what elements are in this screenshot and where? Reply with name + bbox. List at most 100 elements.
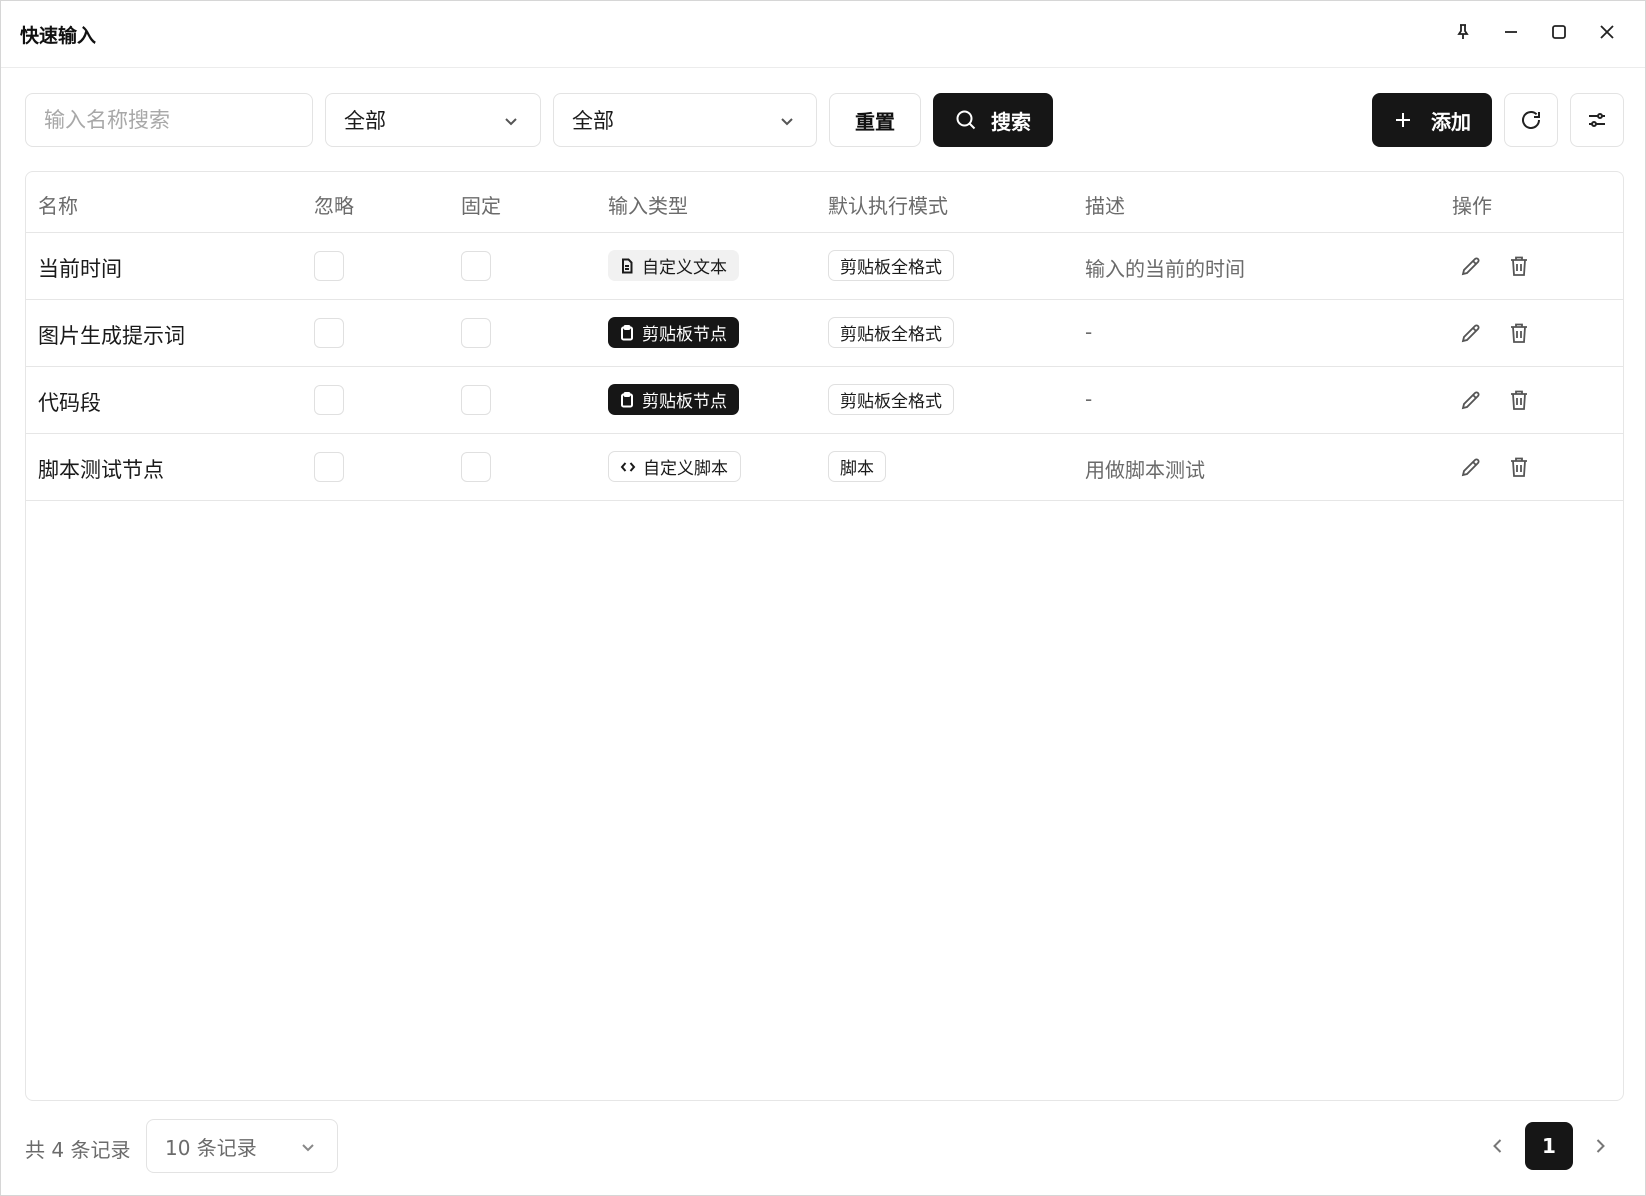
header-name: 名称: [38, 194, 78, 218]
input-type-label: 自定义脚本: [643, 459, 728, 479]
search-icon: [955, 109, 977, 131]
ignore-checkbox[interactable]: [314, 251, 344, 281]
ignore-checkbox[interactable]: [314, 318, 344, 348]
delete-button[interactable]: [1505, 252, 1533, 280]
chevron-down-icon: [502, 111, 520, 129]
plus-icon: [1393, 110, 1413, 130]
delete-button[interactable]: [1505, 319, 1533, 347]
filter-select-2-value: 全部: [572, 109, 614, 133]
mode-badge: 剪贴板全格式: [828, 317, 954, 348]
total-records: 共 4 条记录: [25, 1138, 131, 1162]
page-1-button[interactable]: 1: [1525, 1122, 1573, 1170]
pin-checkbox[interactable]: [461, 251, 491, 281]
pin-checkbox[interactable]: [461, 385, 491, 415]
code-icon: [620, 459, 643, 475]
input-type-label: 自定义文本: [642, 258, 727, 278]
row-name: 代码段: [38, 391, 101, 415]
table-row[interactable]: 脚本测试节点 自定义脚本 脚本 用做脚本测试: [26, 434, 1623, 501]
quick-input-table: 名称 忽略 固定 输入类型 默认执行模式 描述 操作 当前时间 自定义文本 剪贴…: [25, 171, 1624, 1101]
edit-button[interactable]: [1457, 252, 1485, 280]
sliders-icon: [1585, 108, 1609, 132]
ignore-checkbox[interactable]: [314, 385, 344, 415]
table-header: 名称 忽略 固定 输入类型 默认执行模式 描述 操作: [26, 172, 1623, 233]
row-name: 脚本测试节点: [38, 458, 164, 482]
search-input[interactable]: [25, 93, 313, 147]
row-desc: 输入的当前的时间: [1085, 257, 1245, 281]
add-button-label: 添加: [1431, 109, 1471, 134]
filter-select-2[interactable]: 全部: [553, 93, 817, 147]
maximize-icon: [1549, 22, 1569, 46]
add-button[interactable]: 添加: [1372, 93, 1492, 147]
file-text-icon: [619, 258, 642, 274]
settings-button[interactable]: [1570, 93, 1624, 147]
chevron-down-icon: [299, 1137, 317, 1155]
edit-button[interactable]: [1457, 319, 1485, 347]
close-icon: [1597, 22, 1617, 46]
clipboard-icon: [619, 324, 642, 341]
page-size-select[interactable]: 10 条记录: [146, 1119, 338, 1173]
next-page-button[interactable]: [1583, 1129, 1617, 1163]
mode-badge: 剪贴板全格式: [828, 384, 954, 415]
filter-select-1[interactable]: 全部: [325, 93, 541, 147]
header-mode: 默认执行模式: [828, 194, 948, 218]
maximize-button[interactable]: [1542, 17, 1576, 51]
refresh-button[interactable]: [1504, 93, 1558, 147]
quick-input-window: 快速输入 全部 全部: [0, 0, 1646, 1196]
clipboard-icon: [619, 391, 642, 408]
input-type-label: 剪贴板节点: [642, 325, 727, 345]
window-title: 快速输入: [20, 25, 97, 47]
trash-icon: [1507, 388, 1531, 412]
filter-select-1-value: 全部: [344, 109, 386, 133]
input-type-label: 剪贴板节点: [642, 392, 727, 412]
prev-page-button[interactable]: [1481, 1129, 1515, 1163]
minimize-button[interactable]: [1494, 17, 1528, 51]
row-desc: -: [1085, 320, 1093, 344]
row-desc: -: [1085, 387, 1093, 411]
pin-checkbox[interactable]: [461, 452, 491, 482]
search-button[interactable]: 搜索: [933, 93, 1053, 147]
reset-button-label: 重置: [855, 109, 895, 134]
edit-icon: [1459, 321, 1483, 345]
edit-icon: [1459, 254, 1483, 278]
header-pin: 固定: [461, 194, 501, 218]
edit-button[interactable]: [1457, 453, 1485, 481]
mode-badge: 剪贴板全格式: [828, 250, 954, 281]
trash-icon: [1507, 455, 1531, 479]
reset-button[interactable]: 重置: [829, 93, 921, 147]
header-input-type: 输入类型: [608, 194, 688, 218]
edit-icon: [1459, 455, 1483, 479]
row-name: 图片生成提示词: [38, 324, 185, 348]
trash-icon: [1507, 321, 1531, 345]
input-type-badge: 自定义脚本: [608, 451, 741, 482]
input-type-badge: 剪贴板节点: [608, 384, 739, 415]
chevron-left-icon: [1488, 1136, 1508, 1156]
mode-badge: 脚本: [828, 451, 886, 482]
header-desc: 描述: [1085, 194, 1125, 218]
minimize-icon: [1501, 22, 1521, 46]
delete-button[interactable]: [1505, 386, 1533, 414]
pin-checkbox[interactable]: [461, 318, 491, 348]
input-type-badge: 自定义文本: [608, 250, 739, 281]
table-row[interactable]: 当前时间 自定义文本 剪贴板全格式 输入的当前的时间: [26, 233, 1623, 300]
close-button[interactable]: [1590, 17, 1624, 51]
refresh-icon: [1519, 108, 1543, 132]
pin-icon: [1453, 22, 1473, 46]
chevron-down-icon: [778, 111, 796, 129]
pin-button[interactable]: [1446, 17, 1480, 51]
trash-icon: [1507, 254, 1531, 278]
delete-button[interactable]: [1505, 453, 1533, 481]
header-actions: 操作: [1452, 194, 1492, 218]
input-type-badge: 剪贴板节点: [608, 317, 739, 348]
title-bar: 快速输入: [1, 1, 1645, 68]
page-size-value: 10 条记录: [165, 1135, 257, 1160]
row-desc: 用做脚本测试: [1085, 458, 1205, 482]
edit-icon: [1459, 388, 1483, 412]
header-ignore: 忽略: [314, 194, 354, 218]
chevron-right-icon: [1590, 1136, 1610, 1156]
table-row[interactable]: 代码段 剪贴板节点 剪贴板全格式 -: [26, 367, 1623, 434]
search-button-label: 搜索: [991, 109, 1031, 134]
edit-button[interactable]: [1457, 386, 1485, 414]
ignore-checkbox[interactable]: [314, 452, 344, 482]
row-name: 当前时间: [38, 257, 122, 281]
table-row[interactable]: 图片生成提示词 剪贴板节点 剪贴板全格式 -: [26, 300, 1623, 367]
